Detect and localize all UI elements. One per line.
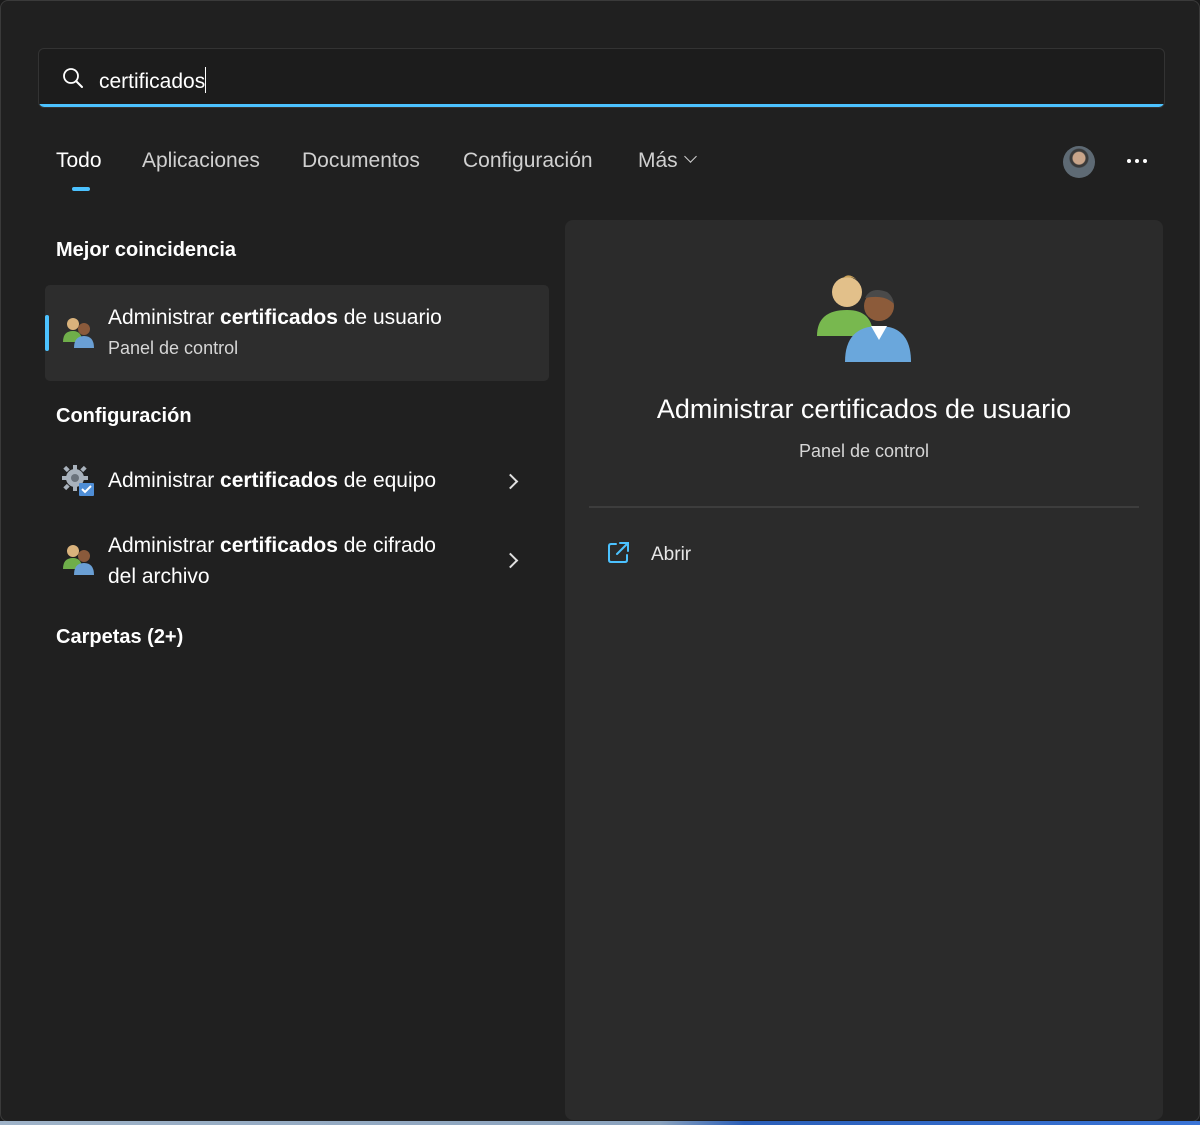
tab-label: Aplicaciones	[142, 149, 260, 172]
preview-pane: Administrar certificados de usuario Pane…	[565, 220, 1163, 1120]
settings-result-equipo[interactable]: Administrar certificados de equipo	[45, 453, 549, 509]
tab-mas[interactable]: Más	[638, 149, 697, 173]
open-label: Abrir	[651, 544, 692, 565]
result-subtitle: Panel de control	[108, 338, 239, 358]
search-window: certificados Todo Aplicaciones Documento…	[0, 0, 1200, 1122]
user-avatar[interactable]	[1063, 146, 1095, 178]
more-options-icon[interactable]	[1121, 146, 1153, 176]
users-icon	[63, 318, 94, 348]
gear-certificate-icon	[62, 465, 94, 496]
active-tab-indicator	[72, 187, 90, 191]
section-header-best-match: Mejor coincidencia	[56, 239, 237, 261]
tab-documentos[interactable]: Documentos	[302, 149, 420, 173]
tab-aplicaciones[interactable]: Aplicaciones	[142, 149, 260, 173]
divider	[589, 506, 1139, 508]
preview-title: Administrar certificados de usuario	[656, 394, 1072, 424]
chevron-right-icon	[502, 473, 519, 490]
tab-configuracion[interactable]: Configuración	[463, 149, 593, 173]
best-match-result[interactable]: Administrar certificados de usuario Pane…	[45, 285, 549, 381]
tab-label: Todo	[56, 149, 102, 172]
tab-label: Documentos	[302, 149, 420, 172]
section-header-settings: Configuración	[56, 405, 192, 427]
chevron-right-icon	[502, 552, 519, 569]
search-input[interactable]: certificados	[99, 67, 207, 94]
preview-subtitle: Panel de control	[798, 441, 930, 461]
search-query: certificados	[99, 70, 206, 93]
text-caret	[205, 67, 207, 93]
settings-result-cifrado[interactable]: Administrar certificados de cifrado del …	[45, 529, 549, 593]
result-title: Administrar certificados de cifrado	[108, 534, 436, 557]
chevron-down-icon	[683, 150, 697, 163]
open-external-icon	[608, 542, 629, 563]
result-title: Administrar certificados de equipo	[108, 469, 437, 492]
users-icon	[817, 275, 911, 362]
tab-label: Configuración	[463, 149, 593, 172]
search-box[interactable]: certificados	[38, 48, 1165, 108]
users-icon	[63, 545, 94, 575]
search-icon	[63, 68, 83, 88]
taskbar-edge	[0, 1121, 1200, 1125]
selection-indicator	[45, 315, 49, 351]
result-title-line2: del archivo	[108, 565, 210, 588]
tab-todo[interactable]: Todo	[56, 149, 102, 191]
open-action[interactable]: Abrir	[605, 538, 805, 570]
result-title: Administrar certificados de usuario	[108, 306, 442, 329]
section-header-folders[interactable]: Carpetas (2+)	[56, 626, 183, 649]
tab-label: Más	[638, 149, 678, 172]
